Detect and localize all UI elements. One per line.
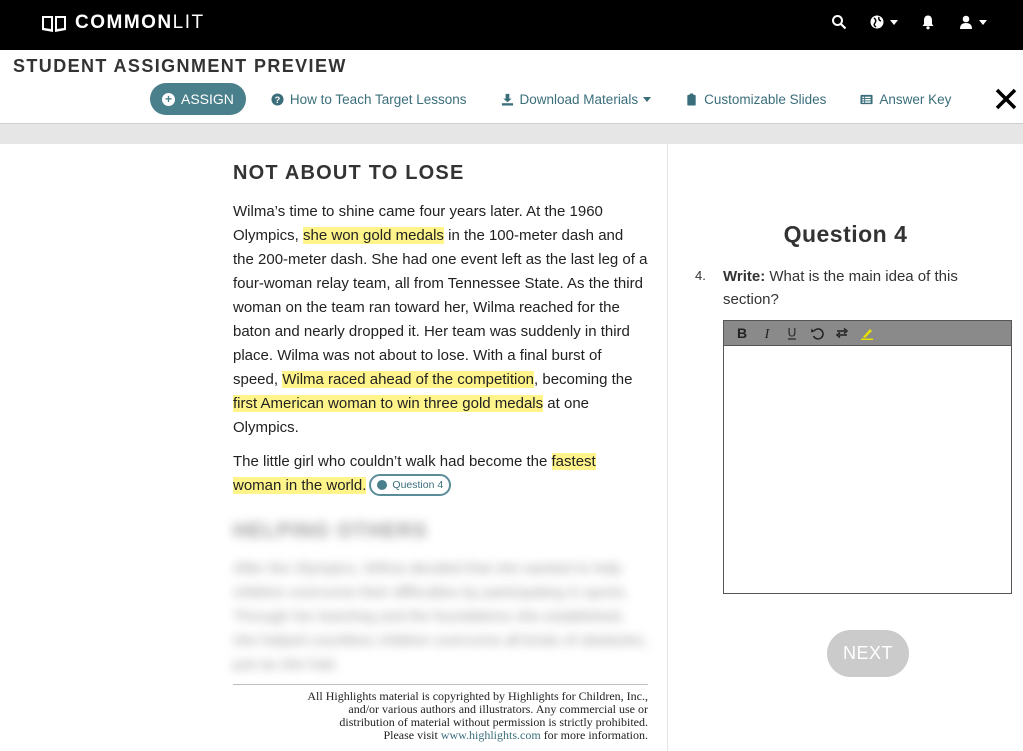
copyright-notice: All Highlights material is copyrighted b… (233, 684, 648, 742)
top-navbar: COMMON LIT (0, 0, 1023, 50)
bell-icon[interactable] (920, 14, 936, 30)
preview-toolbar: + ASSIGN ? How to Teach Target Lessons D… (150, 83, 951, 115)
paragraph: Wilma’s time to shine came four years la… (233, 200, 648, 440)
assignment-preview-header: STUDENT ASSIGNMENT PREVIEW + ASSIGN ? Ho… (0, 50, 1023, 124)
assign-label: ASSIGN (181, 91, 234, 107)
answer-editor: B I U (723, 320, 1012, 594)
answer-textarea[interactable] (724, 346, 1011, 593)
plus-icon: + (162, 92, 175, 106)
svg-text:?: ? (275, 94, 281, 104)
text-span: The little girl who couldn’t walk had be… (233, 453, 552, 470)
answer-key-link[interactable]: Answer Key (860, 92, 951, 107)
language-menu[interactable] (869, 14, 898, 30)
blurred-heading: HELPING OTHERS (233, 520, 428, 542)
page-title: STUDENT ASSIGNMENT PREVIEW (13, 56, 347, 76)
how-to-teach-link[interactable]: ? How to Teach Target Lessons (271, 92, 467, 107)
download-materials-dropdown[interactable]: Download Materials (501, 92, 652, 107)
next-button[interactable]: NEXT (827, 630, 909, 677)
blurred-paragraph: After the Olympics, Wilma decided that s… (233, 560, 648, 673)
highlighted-text[interactable]: first American woman to win three gold m… (233, 395, 544, 412)
underline-icon[interactable]: U (779, 323, 804, 343)
customizable-slides-label: Customizable Slides (704, 91, 827, 107)
chevron-down-icon (890, 19, 898, 25)
globe-icon (870, 15, 884, 29)
highlighted-text[interactable]: she won gold medals (303, 227, 444, 244)
answer-key-label: Answer Key (879, 91, 952, 107)
assign-button[interactable]: + ASSIGN (150, 83, 246, 115)
question-type: Write: (723, 268, 766, 285)
question-title: Question 4 (783, 221, 908, 247)
copyright-line: Please visit www.highlights.com for more… (233, 729, 648, 742)
bold-icon[interactable]: B (729, 323, 754, 343)
question-badge-label: Question 4 (392, 479, 444, 492)
commonlit-logo[interactable]: COMMON LIT (41, 12, 205, 34)
copyright-text: Please visit (383, 728, 441, 742)
logo-lit-text: LIT (172, 12, 205, 33)
highlights-link[interactable]: www.highlights.com (441, 728, 541, 742)
text-span: in the 100-meter dash and the 200-meter … (233, 227, 648, 388)
question-4-badge[interactable]: Question 4 (369, 474, 452, 497)
user-menu[interactable] (958, 14, 987, 30)
highlight-icon[interactable] (854, 323, 879, 343)
customizable-slides-link[interactable]: Customizable Slides (685, 92, 826, 107)
download-materials-label: Download Materials (519, 91, 639, 107)
locked-content: HELPING OTHERS After the Olympics, Wilma… (233, 520, 648, 677)
italic-icon[interactable]: I (754, 323, 779, 343)
question-number: 4. (695, 268, 706, 283)
undo-icon[interactable] (804, 323, 829, 343)
reading-passage: NOT ABOUT TO LOSE Wilma’s time to shine … (233, 144, 648, 677)
list-icon (860, 94, 873, 104)
copyright-text: for more information. (540, 728, 648, 742)
highlighted-text[interactable]: Wilma raced ahead of the competition (282, 371, 535, 388)
reading-progress-strip (0, 124, 1023, 144)
editor-toolbar: B I U (724, 321, 1011, 346)
redo-icon[interactable] (829, 323, 854, 343)
clipboard-icon (687, 92, 696, 106)
how-to-teach-label: How to Teach Target Lessons (289, 91, 467, 107)
search-icon[interactable] (831, 14, 847, 30)
paragraph: The little girl who couldn’t walk had be… (233, 450, 648, 498)
question-prompt: Write: What is the main idea of this sec… (723, 265, 1003, 311)
close-icon[interactable] (994, 87, 1018, 111)
logo-common-text: COMMON (75, 12, 173, 33)
svg-text:B: B (736, 326, 746, 340)
user-icon (960, 15, 972, 29)
question-circle-icon: ? (271, 92, 284, 106)
svg-text:U: U (787, 326, 796, 340)
svg-text:I: I (763, 327, 770, 340)
download-icon (501, 93, 513, 106)
text-span: , becoming the (534, 371, 633, 388)
chevron-down-icon (979, 19, 987, 25)
section-heading: NOT ABOUT TO LOSE (233, 162, 465, 184)
book-icon (42, 16, 66, 32)
chevron-down-icon (643, 96, 652, 102)
question-marker-icon (377, 480, 388, 491)
